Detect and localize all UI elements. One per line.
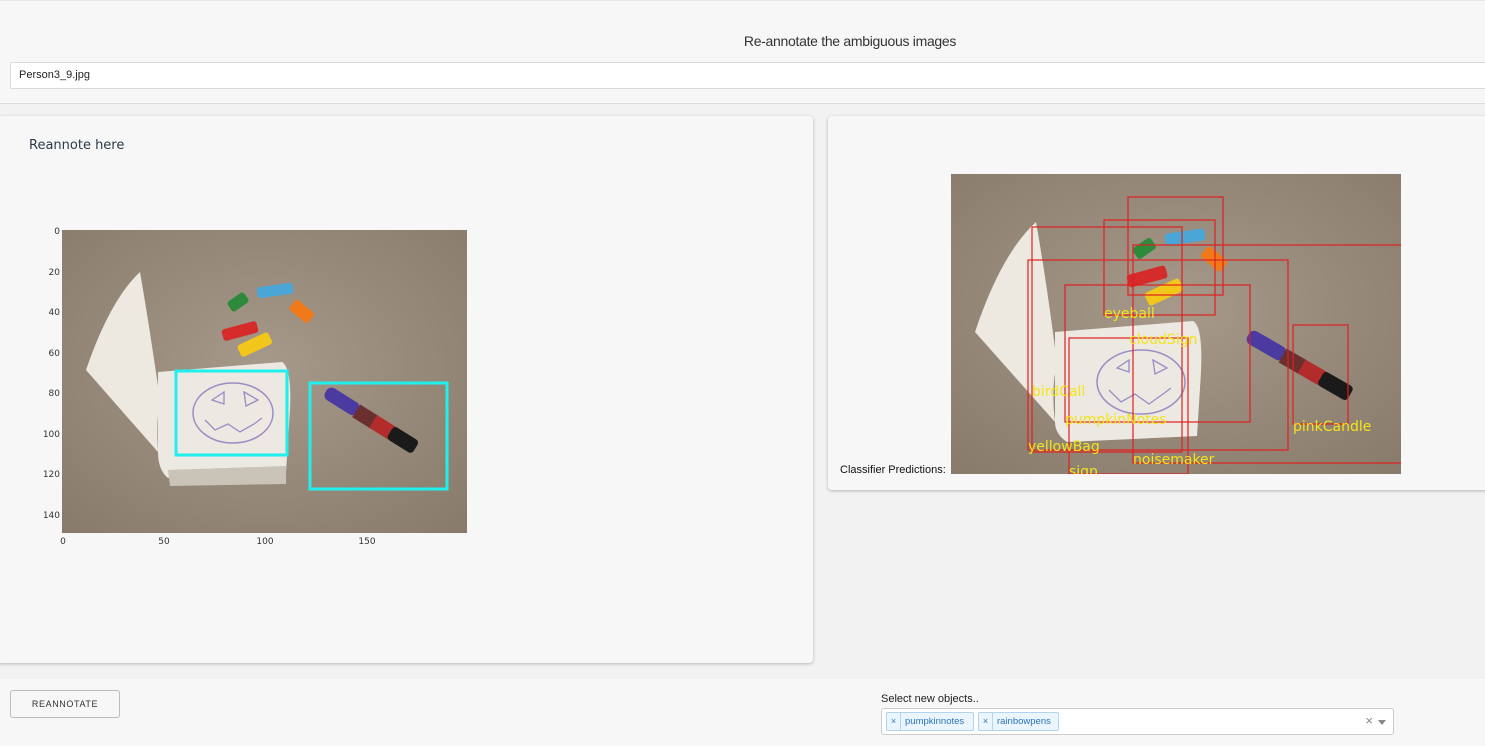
prediction-label: eyeball [1104,306,1155,322]
y-tick-label: 0 [54,227,60,237]
prediction-label: noisemaker [1133,452,1215,468]
y-tick-label: 100 [43,430,60,440]
prediction-label: pumpkinNotes [1065,412,1167,428]
x-axis: 0 50 100 150 [60,537,376,547]
x-tick-label: 150 [358,537,375,547]
tag-label: rainbowpens [997,716,1051,727]
y-tick-label: 40 [49,308,61,318]
x-tick-label: 50 [158,537,170,547]
select-objects-label: Select new objects.. [881,693,979,705]
reannotate-heading: Reannote here [29,138,125,153]
reannotate-button[interactable]: REANNOTATE [10,690,120,718]
remove-tag-icon[interactable]: × [979,713,993,730]
selected-object-tag: × pumpkinnotes [886,712,974,731]
objects-multiselect[interactable]: × pumpkinnotes × rainbowpens × [881,708,1394,735]
page-title: Re-annotate the ambiguous images [743,33,957,49]
prediction-label: birdCall [1032,384,1085,400]
filename-field[interactable]: Person3_9.jpg [10,62,1485,89]
classifier-predictions-label: Classifier Predictions: [840,464,946,476]
prediction-label: pinkCandle [1293,419,1371,435]
y-tick-label: 80 [49,389,61,399]
remove-tag-icon[interactable]: × [887,713,901,730]
tag-label: pumpkinnotes [905,716,965,727]
x-tick-label: 100 [256,537,273,547]
prediction-label: sign [1069,464,1098,474]
y-tick-label: 20 [49,268,61,278]
y-tick-label: 120 [43,470,60,480]
selected-object-tag: × rainbowpens [978,712,1059,731]
y-axis: 0 20 40 60 80 100 120 140 [43,227,60,521]
predictions-image: eyeball cloudSign birdCall pumpkinNotes … [951,174,1401,474]
prediction-label: yellowBag [1028,439,1100,455]
y-tick-label: 60 [49,349,61,359]
clear-selection-icon[interactable]: × [1365,713,1373,728]
prediction-label: cloudSign [1129,332,1197,348]
annotation-plot[interactable]: 0 20 40 60 80 100 120 140 0 50 100 150 [40,222,480,552]
y-tick-label: 140 [43,511,60,521]
dropdown-arrow-icon[interactable] [1378,720,1386,725]
x-tick-label: 0 [60,537,66,547]
